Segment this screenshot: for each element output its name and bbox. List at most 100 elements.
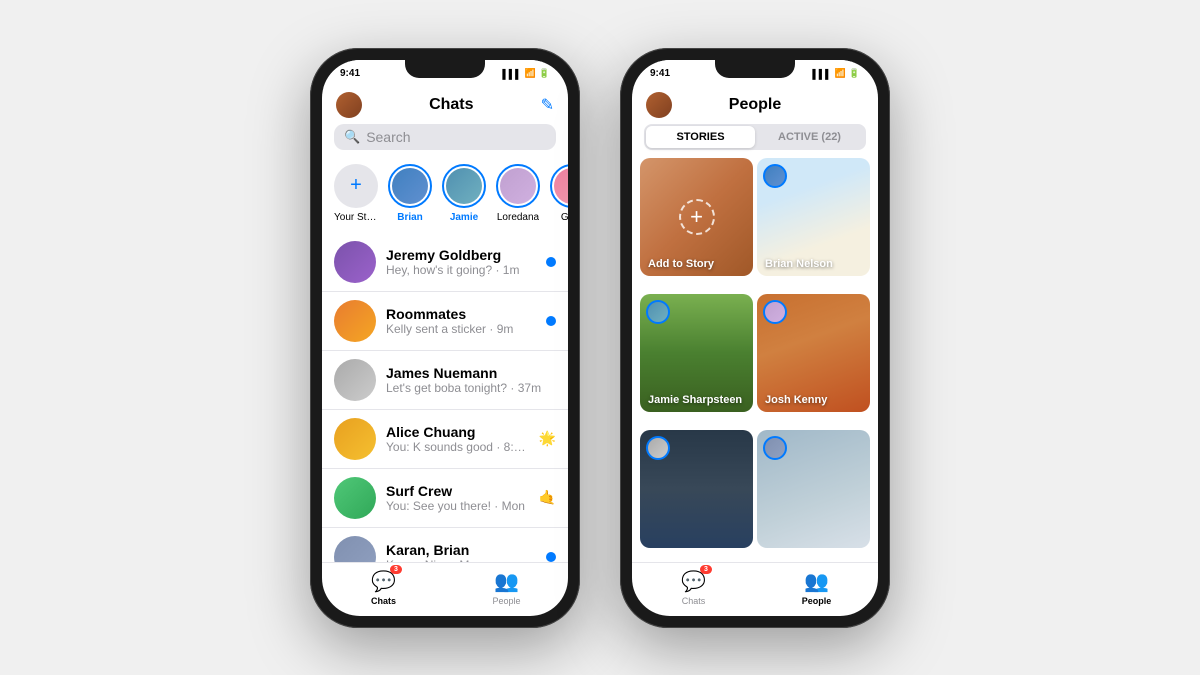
chat-name: Roommates	[386, 306, 536, 322]
status-time: 9:41	[650, 68, 670, 79]
story-avatar[interactable]	[496, 164, 540, 208]
story-card-label: Josh Kenny	[765, 394, 827, 406]
status-icons: ▌▌▌ 📶 🔋	[502, 68, 550, 79]
chat-preview: Kelly sent a sticker · 9m	[386, 322, 536, 336]
story-avatar[interactable]	[388, 164, 432, 208]
story-label: Your Story	[334, 212, 378, 223]
chat-info: Surf Crew You: See you there! · Mon	[386, 483, 529, 513]
phone-people: 9:41 ▌▌▌ 📶 🔋 People STORIES ACTIVE (22) …	[620, 48, 890, 628]
story-label: Brian	[397, 212, 423, 223]
story-card-brian[interactable]: Brian Nelson	[757, 158, 870, 276]
chat-row[interactable]: James Nuemann Let's get boba tonight? · …	[322, 351, 568, 410]
tab-label: People	[492, 596, 520, 606]
status-bar: 9:41 ▌▌▌ 📶 🔋	[322, 60, 568, 88]
add-story-icon: +	[679, 199, 715, 235]
stories-row: + Your Story Brian Jamie	[322, 158, 568, 233]
chat-preview: Hey, how's it going? · 1m	[386, 263, 536, 277]
chat-row[interactable]: Alice Chuang You: K sounds good · 8:24am…	[322, 410, 568, 469]
avatar-inner	[554, 168, 568, 204]
avatar	[334, 536, 376, 562]
avatar	[334, 241, 376, 283]
chat-name: James Nuemann	[386, 365, 556, 381]
chat-row[interactable]: Jeremy Goldberg Hey, how's it going? · 1…	[322, 233, 568, 292]
search-input[interactable]: Search	[366, 129, 410, 145]
avatar-inner	[392, 168, 428, 204]
unread-badge	[546, 552, 556, 562]
story-card-label: Brian Nelson	[765, 258, 833, 270]
story-label: Gord	[561, 212, 568, 223]
edit-icon[interactable]: ✎	[541, 95, 554, 115]
chat-info: Jeremy Goldberg Hey, how's it going? · 1…	[386, 247, 536, 277]
chat-info: Karan, Brian Karan: Nice · Mon	[386, 542, 536, 562]
unread-badge	[546, 257, 556, 267]
story-card-label: Add to Story	[648, 258, 714, 270]
chat-name: Surf Crew	[386, 483, 529, 499]
story-item-jamie[interactable]: Jamie	[442, 164, 486, 223]
tab-chats[interactable]: 💬 3 Chats	[322, 569, 445, 606]
chat-header: Chats ✎	[322, 88, 568, 124]
story-avatar	[646, 300, 670, 324]
chat-info: Alice Chuang You: K sounds good · 8:24am	[386, 424, 529, 454]
chat-preview: You: See you there! · Mon	[386, 499, 529, 513]
avatar	[334, 359, 376, 401]
avatar-inner	[446, 168, 482, 204]
reaction-badge: 🤙	[539, 489, 556, 506]
story-avatar[interactable]	[442, 164, 486, 208]
avatar	[334, 418, 376, 460]
wifi-icon: 📶	[835, 68, 846, 79]
chat-name: Alice Chuang	[386, 424, 529, 440]
tab-badge: 3	[700, 565, 712, 574]
chat-preview: Let's get boba tonight? · 37m	[386, 381, 556, 395]
story-avatar	[763, 164, 787, 188]
chats-icon: 💬 3	[371, 569, 396, 594]
tab-label: People	[802, 596, 832, 606]
page-title: Chats	[429, 96, 473, 114]
story-card-josh[interactable]: Josh Kenny	[757, 294, 870, 412]
story-avatar	[763, 436, 787, 460]
signal-icon: ▌▌▌	[812, 69, 831, 79]
avatar	[334, 300, 376, 342]
avatar[interactable]	[646, 92, 672, 118]
search-bar[interactable]: 🔍 Search	[334, 124, 556, 150]
story-label: Loredana	[497, 212, 539, 223]
search-icon: 🔍	[344, 129, 360, 145]
chat-row[interactable]: Roommates Kelly sent a sticker · 9m	[322, 292, 568, 351]
segment-active[interactable]: ACTIVE (22)	[755, 126, 864, 148]
story-card-row3b[interactable]	[757, 430, 870, 548]
wifi-icon: 📶	[525, 68, 536, 79]
add-story-button[interactable]: +	[334, 164, 378, 208]
unread-badge	[546, 316, 556, 326]
chat-info: Roommates Kelly sent a sticker · 9m	[386, 306, 536, 336]
story-item-add[interactable]: + Your Story	[334, 164, 378, 223]
story-item-brian[interactable]: Brian	[388, 164, 432, 223]
story-item-gord[interactable]: Gord	[550, 164, 568, 223]
chat-row[interactable]: Karan, Brian Karan: Nice · Mon	[322, 528, 568, 562]
stories-grid: + Add to Story Brian Nelson Jamie Sharps…	[632, 158, 878, 562]
tab-people[interactable]: 👥 People	[755, 569, 878, 606]
avatar[interactable]	[336, 92, 362, 118]
people-icon: 👥	[804, 569, 829, 594]
tab-chats[interactable]: 💬 3 Chats	[632, 569, 755, 606]
status-bar: 9:41 ▌▌▌ 📶 🔋	[632, 60, 878, 88]
story-label: Jamie	[450, 212, 478, 223]
story-item-loredana[interactable]: Loredana	[496, 164, 540, 223]
reaction-badge: 🌟	[539, 430, 556, 447]
segment-control: STORIES ACTIVE (22)	[644, 124, 866, 150]
story-card-jamie[interactable]: Jamie Sharpsteen	[640, 294, 753, 412]
chat-list: Jeremy Goldberg Hey, how's it going? · 1…	[322, 233, 568, 562]
story-card-add[interactable]: + Add to Story	[640, 158, 753, 276]
avatar-inner	[500, 168, 536, 204]
avatar	[334, 477, 376, 519]
story-avatar[interactable]	[550, 164, 568, 208]
chat-info: James Nuemann Let's get boba tonight? · …	[386, 365, 556, 395]
segment-stories[interactable]: STORIES	[646, 126, 755, 148]
story-card-label: Jamie Sharpsteen	[648, 394, 742, 406]
story-avatar	[763, 300, 787, 324]
page-title: People	[729, 96, 781, 114]
tab-label: Chats	[682, 596, 706, 606]
story-card-row3a[interactable]	[640, 430, 753, 548]
chat-row[interactable]: Surf Crew You: See you there! · Mon 🤙	[322, 469, 568, 528]
tab-people[interactable]: 👥 People	[445, 569, 568, 606]
tab-label: Chats	[371, 596, 396, 606]
tab-badge: 3	[390, 565, 402, 574]
